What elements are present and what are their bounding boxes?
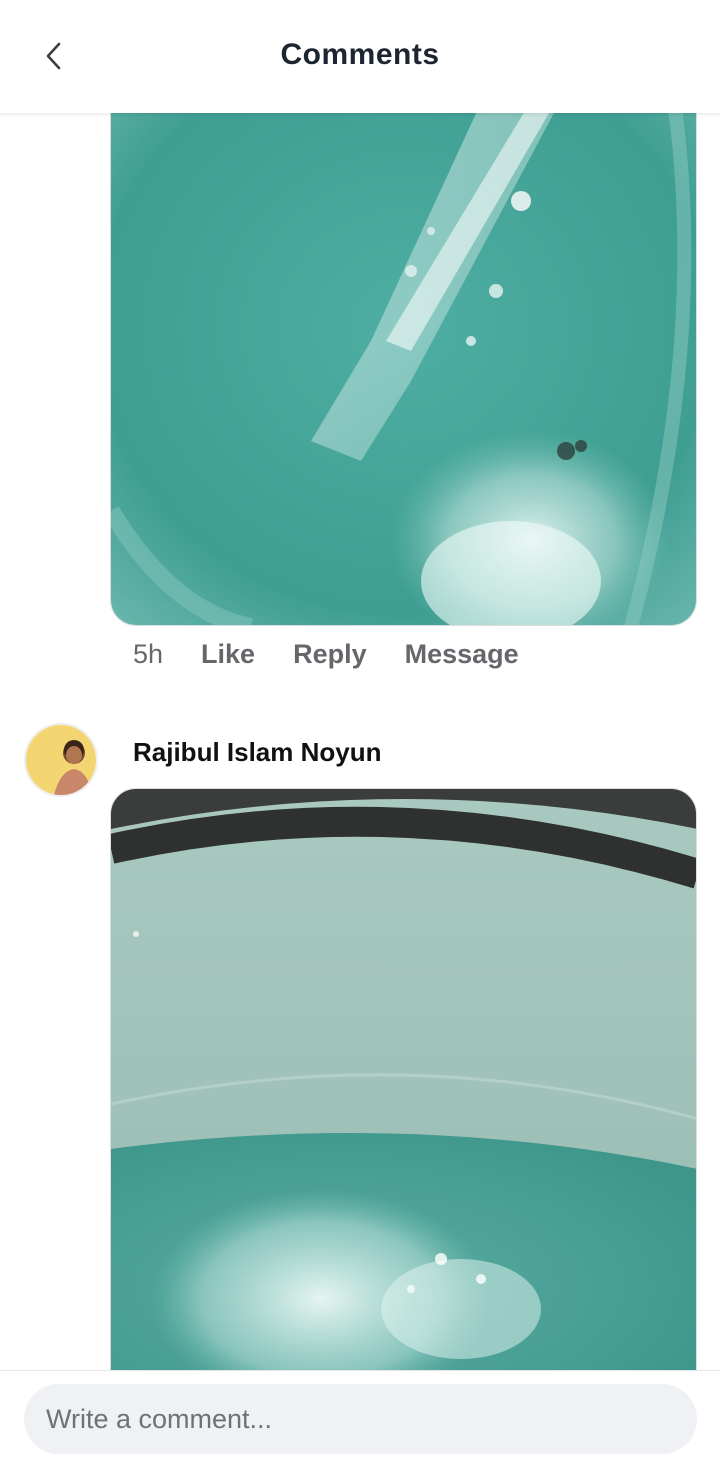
comment-input[interactable] <box>24 1384 697 1454</box>
comment-photo[interactable] <box>110 788 697 1370</box>
reply-button[interactable]: Reply <box>293 639 367 670</box>
comment-author[interactable]: Rajibul Islam Noyun <box>133 737 382 768</box>
like-button[interactable]: Like <box>201 639 255 670</box>
comments-screen: 5h Like Reply Message Rajibul Islam Noyu… <box>0 0 720 1466</box>
message-button[interactable]: Message <box>405 639 519 670</box>
page-title: Comments <box>280 38 440 71</box>
water-tank-photo-1 <box>111 81 696 625</box>
profile-photo <box>26 725 96 795</box>
comments-list[interactable]: 5h Like Reply Message Rajibul Islam Noyu… <box>0 0 720 1370</box>
avatar[interactable] <box>24 723 98 797</box>
comment-photo[interactable] <box>110 80 697 626</box>
comment-time: 5h <box>133 638 164 669</box>
top-bar: Comments <box>0 0 720 113</box>
water-tank-photo-2 <box>111 789 696 1370</box>
comment-actions: 5h Like Reply Message <box>133 637 557 671</box>
comment-composer <box>0 1370 720 1466</box>
